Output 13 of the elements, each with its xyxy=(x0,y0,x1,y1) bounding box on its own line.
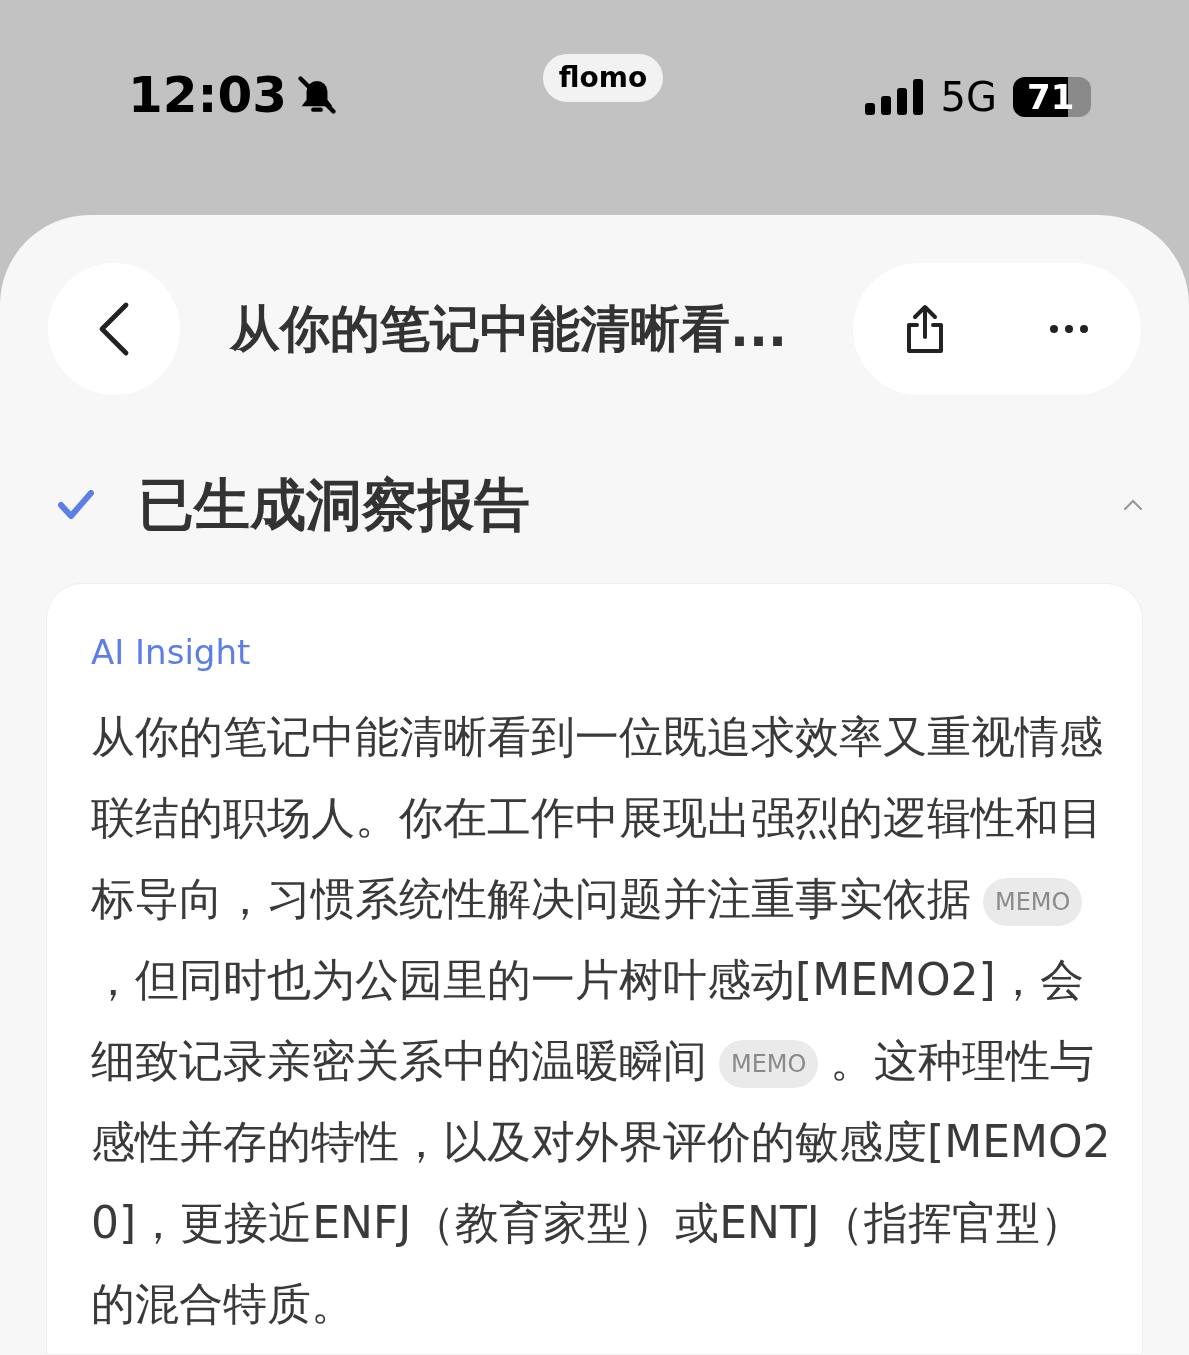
page-title: 从你的笔记中能清晰看... xyxy=(230,298,788,360)
status-time: 12:03 xyxy=(128,70,288,120)
card-label: AI Insight xyxy=(91,631,251,674)
network-label: 5G xyxy=(940,77,997,117)
battery-indicator: 71 xyxy=(1013,77,1091,117)
memo-link[interactable]: MEMO xyxy=(719,1040,819,1088)
app-pill: flomo xyxy=(543,54,663,102)
chevron-icon xyxy=(1123,499,1143,511)
insight-paragraph: 从你的笔记中能清晰看到一位既追求效率又重视情感联结的职场人。你在工作中展现出强烈的逻辑性和目标导向，习惯系统性解决问题并注重事实依据 MEMO ，但同时也为公园里的一片树叶感动[MEMO2]，会细致记录亲密关系中的温暖瞬间 MEMO 。这种理性与感性并存的特性，以及对外界评价的敏感度[MEMO20]，更接近ENFJ（教育家型）或ENTJ（指挥官型）的混合特质。 xyxy=(91,710,1112,1331)
signal-icon xyxy=(864,79,925,115)
memo-link[interactable]: MEMO xyxy=(983,878,1083,926)
more-icon xyxy=(1049,324,1089,334)
section-title: 已生成洞察报告 xyxy=(138,471,531,539)
